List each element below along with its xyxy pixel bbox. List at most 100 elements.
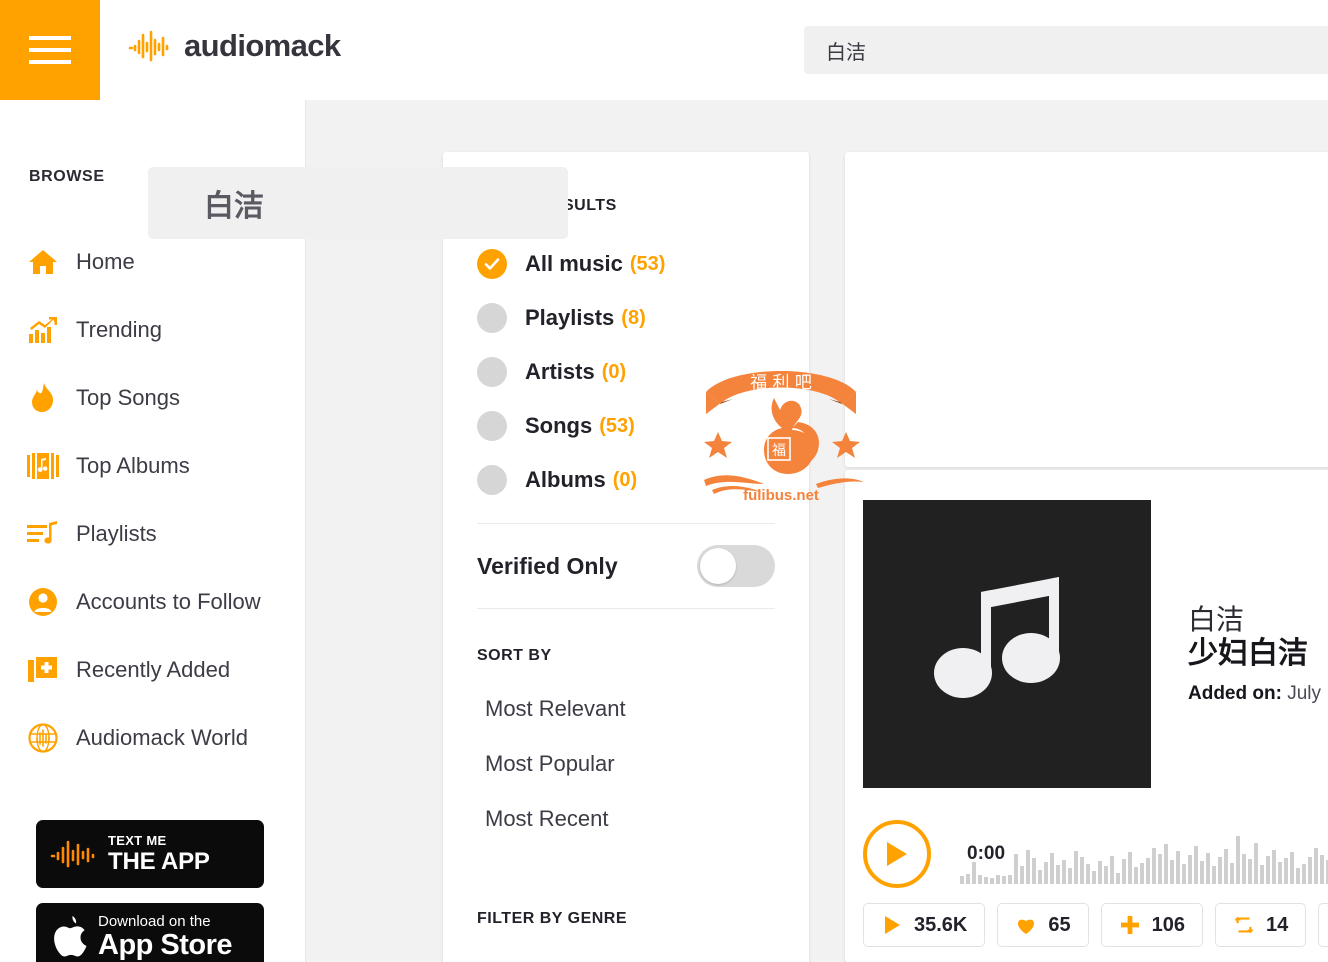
waveform-bar <box>1122 859 1126 884</box>
radio-unchecked-icon[interactable] <box>477 357 507 387</box>
app-store-text: Download on the App Store <box>98 913 233 960</box>
waveform-bar <box>972 862 976 884</box>
stat-plays[interactable]: 35.6K <box>863 903 986 947</box>
sidebar-item-trending[interactable]: Trending <box>0 296 305 364</box>
promo-line1: TEXT ME <box>108 833 167 848</box>
waveform-bar <box>978 875 982 884</box>
song-artist[interactable]: 白洁 <box>1188 604 1328 635</box>
promo-text: TEXT ME THE APP <box>108 834 210 874</box>
search-query-card <box>845 152 1328 467</box>
trending-chart-icon <box>27 315 59 345</box>
sort-by-title: SORT BY <box>477 647 552 664</box>
app-store-button[interactable]: Download on the App Store <box>36 903 264 962</box>
waveform-bar <box>1032 858 1036 884</box>
waveform-bar <box>1134 867 1138 884</box>
added-on-value: July <box>1287 682 1322 704</box>
waveform-bar <box>966 874 970 884</box>
person-circle-icon <box>27 587 59 617</box>
sidebar-item-audiomack-world[interactable]: Audiomack World <box>0 704 305 772</box>
waveform-bar <box>1176 851 1180 884</box>
playlist-icon <box>27 519 59 549</box>
waveform-bar <box>990 878 994 884</box>
verified-only-row[interactable]: Verified Only <box>443 524 809 608</box>
sort-option-most-recent[interactable]: Most Recent <box>443 791 809 846</box>
waveform-bar <box>1158 854 1162 884</box>
sidebar-item-label: Top Albums <box>76 453 190 478</box>
filter-option-count: (53) <box>599 414 635 437</box>
waveform-bar <box>1218 857 1222 884</box>
waveform-bar <box>1308 857 1312 884</box>
sidebar-item-top-songs[interactable]: Top Songs <box>0 364 305 432</box>
play-button[interactable] <box>863 820 931 888</box>
song-title[interactable]: 少妇白洁 <box>1188 637 1328 671</box>
heart-icon <box>1018 919 1035 934</box>
waveform-bar <box>1020 866 1024 884</box>
stat-adds[interactable]: 106 <box>1100 903 1203 947</box>
sort-option-label: Most Popular <box>485 750 615 776</box>
sidebar-item-accounts-to-follow[interactable]: Accounts to Follow <box>0 568 305 636</box>
waveform-bar <box>1098 861 1102 884</box>
sidebar-item-recently-added[interactable]: Recently Added <box>0 636 305 704</box>
sidebar-item-label: Audiomack World <box>76 725 248 750</box>
sidebar-item-label: Playlists <box>76 521 157 546</box>
filter-option-count: (0) <box>601 360 627 383</box>
stat-overflow[interactable] <box>1318 903 1328 947</box>
promo-line2: THE APP <box>108 848 210 875</box>
waveform-bar <box>1194 846 1198 884</box>
stat-favorites[interactable]: 65 <box>997 903 1089 947</box>
waveform-bar <box>1314 848 1318 884</box>
hamburger-menu-icon[interactable] <box>0 0 100 100</box>
filter-option-albums[interactable]: Albums (0) <box>477 453 775 507</box>
search-query-chip[interactable]: 白洁 <box>148 167 568 239</box>
verified-only-label: Verified Only <box>477 552 618 579</box>
waveform-bar <box>1038 870 1042 884</box>
sort-option-most-popular[interactable]: Most Popular <box>443 736 809 791</box>
sidebar-item-playlists[interactable]: Playlists <box>0 500 305 568</box>
waveform-bar <box>1248 859 1252 884</box>
apple-logo-icon <box>54 916 87 957</box>
radio-unchecked-icon[interactable] <box>477 411 507 441</box>
sort-by-options: Most Relevant Most Popular Most Recent <box>443 681 809 846</box>
waveform-bar <box>1224 849 1228 884</box>
radio-unchecked-icon[interactable] <box>477 303 507 333</box>
song-artwork[interactable] <box>863 500 1151 788</box>
sort-option-label: Most Recent <box>485 805 609 831</box>
repost-icon <box>1234 916 1254 934</box>
sidebar-item-label: Top Songs <box>76 385 180 410</box>
sidebar-item-top-albums[interactable]: Top Albums <box>0 432 305 500</box>
waveform-bar <box>1050 853 1054 884</box>
waveform-bar <box>1086 864 1090 884</box>
filter-option-playlists[interactable]: Playlists (8) <box>477 291 775 345</box>
filter-option-label: Artists <box>525 359 595 384</box>
filter-option-label: Playlists <box>525 305 615 330</box>
brand-logo[interactable]: audiomack <box>128 28 341 64</box>
waveform-bar <box>1242 854 1246 884</box>
brand-name: audiomack <box>184 28 341 63</box>
waveform-bar <box>1278 862 1282 884</box>
filter-option-artists[interactable]: Artists (0) <box>477 345 775 399</box>
stat-reposts[interactable]: 14 <box>1215 903 1307 947</box>
waveform-bar <box>1236 836 1240 884</box>
song-stats: 35.6K 65 106 14 <box>863 903 1328 947</box>
app-store-line1: Download on the <box>98 913 211 930</box>
filter-by-genre-title: FILTER BY GENRE <box>477 910 628 927</box>
radio-unchecked-icon[interactable] <box>477 465 507 495</box>
text-me-the-app-button[interactable]: TEXT ME THE APP <box>36 820 264 888</box>
toggle-knob <box>700 548 736 584</box>
waveform-scrubber[interactable] <box>960 828 1328 884</box>
filter-option-all-music[interactable]: All music (53) <box>477 237 775 291</box>
sort-option-most-relevant[interactable]: Most Relevant <box>443 681 809 736</box>
waveform-bar <box>1170 860 1174 884</box>
verified-only-toggle[interactable] <box>697 545 775 587</box>
waveform-bar <box>1044 862 1048 884</box>
app-header: audiomack <box>0 0 1328 100</box>
waveform-bar <box>1164 844 1168 884</box>
filter-option-songs[interactable]: Songs (53) <box>477 399 775 453</box>
sort-option-label: Most Relevant <box>485 695 626 721</box>
radio-checked-icon[interactable] <box>477 249 507 279</box>
add-plus-square-icon <box>27 655 59 685</box>
search-input[interactable] <box>804 26 1328 74</box>
audiomack-globe-icon <box>27 723 59 753</box>
waveform-bar <box>1092 871 1096 884</box>
waveform-bar <box>1284 858 1288 884</box>
